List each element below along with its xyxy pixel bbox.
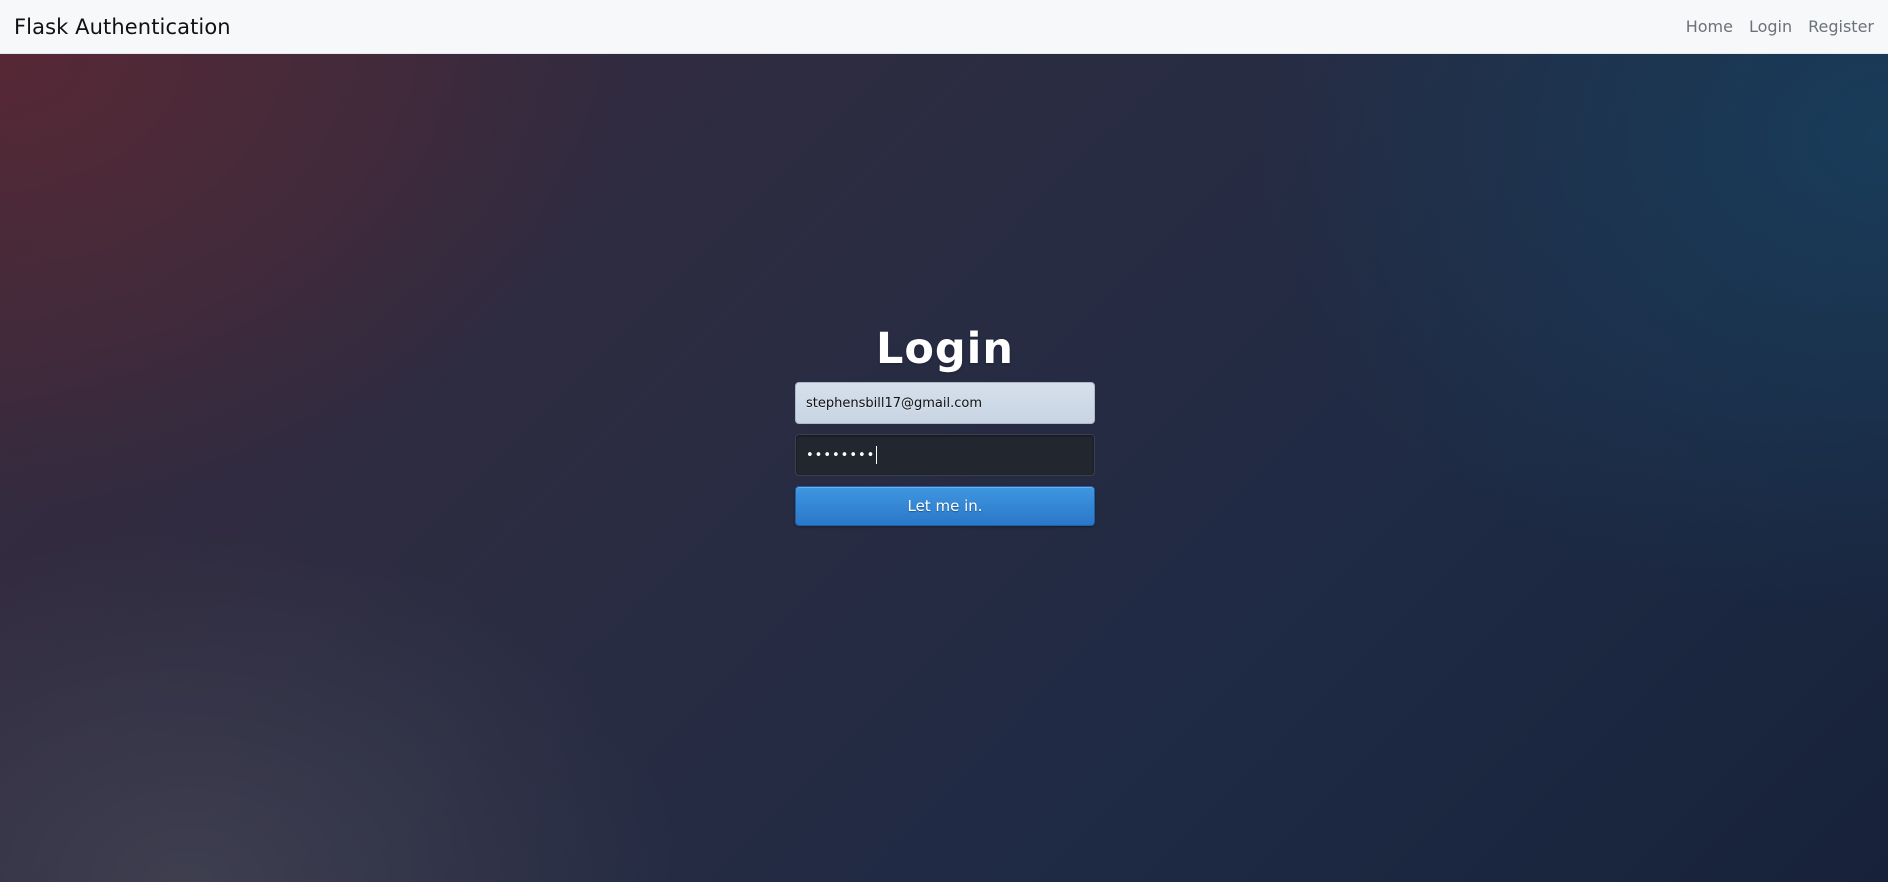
nav-link-register[interactable]: Register	[1808, 17, 1874, 36]
email-input[interactable]: stephensbill17@gmail.com	[795, 382, 1095, 424]
login-title: Login	[875, 324, 1015, 374]
login-form: Login stephensbill17@gmail.com •••••••• …	[795, 324, 1095, 526]
brand-title[interactable]: Flask Authentication	[14, 15, 231, 39]
nav-link-home[interactable]: Home	[1686, 17, 1733, 36]
nav-link-login[interactable]: Login	[1749, 17, 1792, 36]
top-navbar: Flask Authentication Home Login Register	[0, 0, 1888, 54]
main-background: Login stephensbill17@gmail.com •••••••• …	[0, 54, 1888, 882]
email-input-value: stephensbill17@gmail.com	[806, 395, 983, 411]
password-input[interactable]: ••••••••	[795, 434, 1095, 476]
password-input-value: ••••••••	[806, 447, 876, 463]
nav-links: Home Login Register	[1686, 17, 1874, 36]
text-caret	[876, 446, 878, 464]
submit-button[interactable]: Let me in.	[795, 486, 1095, 526]
